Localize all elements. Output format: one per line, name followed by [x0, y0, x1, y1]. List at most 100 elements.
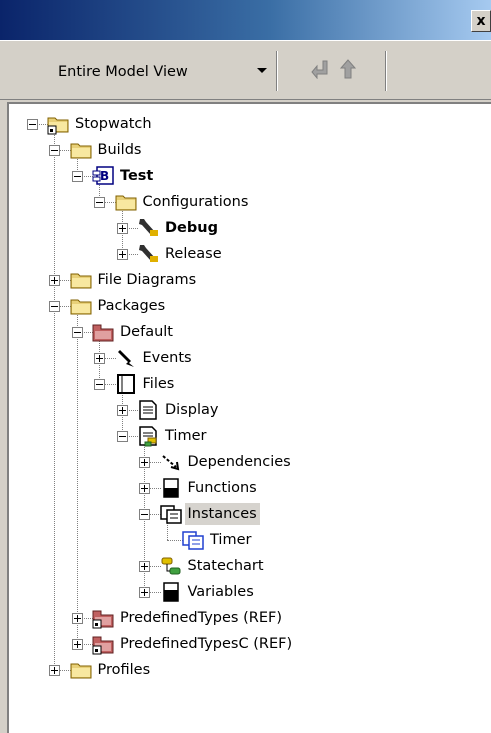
package-icon-graphic [92, 324, 114, 342]
package-ref-icon-graphic [92, 636, 114, 655]
instance-icon [181, 529, 205, 551]
package-ref-icon [91, 607, 115, 629]
operations-icon-graphic [162, 478, 179, 498]
svg-text:B: B [100, 169, 109, 183]
expand-icon[interactable] [71, 638, 83, 650]
folder-icon [69, 269, 93, 291]
collapse-icon[interactable] [116, 430, 128, 442]
variables-icon [159, 581, 183, 603]
tree-node-label[interactable]: Timer [162, 425, 209, 447]
tree-node-label[interactable]: Release [162, 243, 225, 265]
collapse-icon[interactable] [71, 326, 83, 338]
expand-icon[interactable] [139, 586, 150, 598]
build-component-icon: B [91, 165, 115, 187]
event-icon-graphic [117, 350, 134, 367]
instance-icon-graphic [182, 531, 204, 550]
variables-icon-graphic [162, 582, 179, 602]
file-icon-graphic [139, 400, 157, 420]
arrow-up-icon[interactable] [336, 57, 360, 81]
folder-icon-graphic [70, 273, 91, 289]
tree-node-label[interactable]: Statechart [185, 555, 267, 577]
package-ref-icon-graphic [92, 610, 114, 629]
tree-node-label[interactable]: Display [162, 399, 221, 421]
file-list-icon-graphic [116, 374, 135, 394]
dependency-icon [159, 451, 183, 473]
wrench-icon [136, 217, 160, 239]
tree-node-label[interactable]: File Diagrams [95, 269, 200, 291]
collapse-icon[interactable] [71, 170, 83, 182]
collapse-icon[interactable] [139, 508, 150, 520]
tree-node-label[interactable]: Instances [184, 503, 260, 525]
wrench-icon [136, 243, 160, 265]
operations-icon [159, 477, 183, 499]
collapse-icon[interactable] [94, 378, 105, 390]
collapse-icon[interactable] [94, 196, 105, 208]
file-icon [136, 399, 160, 421]
model-browser-tree[interactable]: Stopwatch Builds B Test Configurations Debug R… [7, 102, 491, 733]
tree-node-label[interactable]: Timer [207, 529, 254, 551]
expand-icon[interactable] [116, 404, 128, 416]
tree-node-label[interactable]: Variables [185, 581, 257, 603]
tree-node-label[interactable]: Debug [162, 217, 221, 239]
expand-icon[interactable] [49, 664, 60, 676]
view-filter-label: Entire Model View [58, 64, 188, 80]
event-icon [114, 347, 138, 369]
tree-node-label[interactable]: Dependencies [185, 451, 294, 473]
tree-node-label[interactable]: Builds [95, 139, 145, 161]
tree-node-label[interactable]: Stopwatch [72, 113, 155, 135]
expand-icon[interactable] [49, 274, 60, 286]
collapse-icon[interactable] [49, 144, 60, 156]
toolbar-separator [385, 51, 387, 91]
instances-icon [159, 503, 183, 525]
tree-node-label[interactable]: PredefinedTypes (REF) [117, 607, 285, 629]
statechart-icon [159, 555, 183, 577]
package-icon [91, 321, 115, 343]
tree-node-label[interactable]: Test [117, 165, 156, 187]
tree-node-label[interactable]: Profiles [95, 659, 154, 681]
folder-icon-graphic [115, 195, 136, 211]
folder-icon-graphic [70, 663, 91, 679]
expand-icon[interactable] [139, 456, 150, 468]
folder-icon-graphic [70, 143, 91, 159]
build-component-icon-graphic: B [92, 166, 114, 185]
toolbar-separator [276, 51, 278, 91]
wrench-icon-graphic [139, 245, 158, 262]
chevron-down-icon[interactable] [257, 68, 267, 73]
file-with-statechart-icon [136, 425, 160, 447]
tree-node-label[interactable]: Files [140, 373, 178, 395]
tree-node-label[interactable]: Packages [95, 295, 169, 317]
expand-icon[interactable] [139, 560, 150, 572]
collapse-icon[interactable] [26, 118, 38, 130]
expand-icon[interactable] [116, 222, 128, 234]
instances-icon-graphic [159, 505, 182, 524]
tree-node-label[interactable]: PredefinedTypesC (REF) [117, 633, 295, 655]
close-button[interactable]: x [471, 10, 491, 32]
wrench-icon-graphic [139, 219, 158, 236]
collapse-icon[interactable] [49, 300, 60, 312]
dependency-icon-graphic [161, 455, 179, 471]
folder-icon [114, 191, 138, 213]
expand-icon[interactable] [94, 352, 105, 364]
tree-node-label[interactable]: Functions [185, 477, 260, 499]
tree-node-label[interactable]: Events [140, 347, 195, 369]
expand-icon[interactable] [139, 482, 150, 494]
arrow-down-left-icon[interactable] [308, 57, 332, 81]
project-folder-icon [46, 113, 70, 135]
tree-node-label[interactable]: Default [117, 321, 176, 343]
file-list-icon [114, 373, 138, 395]
tree-guide-line [54, 130, 55, 670]
tree-guide-line [76, 312, 78, 644]
tree-canvas: Stopwatch Builds B Test Configurations Debug R… [9, 104, 491, 733]
expand-icon[interactable] [116, 248, 128, 260]
view-filter-dropdown[interactable]: Entire Model View [12, 55, 270, 89]
folder-icon [69, 295, 93, 317]
file-with-statechart-icon-graphic [139, 426, 157, 447]
package-ref-icon [91, 633, 115, 655]
statechart-icon-graphic [161, 557, 180, 575]
expand-icon[interactable] [71, 612, 83, 624]
folder-icon [69, 659, 93, 681]
browser-toolbar: Entire Model View [0, 40, 491, 100]
folder-icon-graphic [70, 299, 91, 315]
tree-node-label[interactable]: Configurations [140, 191, 252, 213]
project-folder-icon-graphic [47, 117, 69, 135]
